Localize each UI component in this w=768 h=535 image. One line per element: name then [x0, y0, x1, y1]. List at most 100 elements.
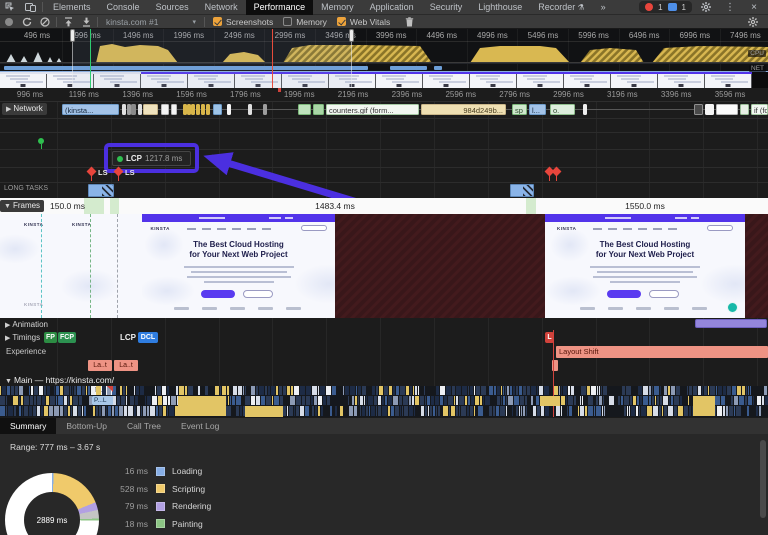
main-track-label[interactable]: ▼Main — https://kinsta.com/	[5, 375, 114, 385]
layout-shift-marker[interactable]	[88, 168, 95, 175]
network-request-bar[interactable]	[248, 104, 252, 115]
layout-shift-chip[interactable]: La..t	[114, 360, 138, 371]
tab-elements[interactable]: Elements	[45, 0, 99, 15]
checkbox-memory[interactable]: Memory	[283, 17, 327, 27]
network-request-bar[interactable]: l...	[529, 104, 546, 115]
network-request-bar[interactable]: if (form...	[751, 104, 768, 115]
network-request-bar[interactable]	[171, 104, 177, 115]
network-request-bar[interactable]	[161, 104, 169, 115]
load-profile-icon[interactable]	[59, 15, 77, 29]
timing-chip-fcp[interactable]: FCP	[58, 332, 76, 343]
experience-track-label[interactable]: Experience	[6, 347, 46, 356]
settings-gear-icon[interactable]	[696, 0, 716, 15]
network-request-bar[interactable]: (kinsta...	[62, 104, 119, 115]
selection-region[interactable]	[72, 29, 352, 88]
film-thumbnail[interactable]	[517, 72, 564, 88]
network-request-bar[interactable]	[227, 104, 231, 115]
network-request-bar[interactable]	[716, 104, 738, 115]
trash-icon[interactable]	[400, 15, 418, 29]
tab-network[interactable]: Network	[197, 0, 246, 15]
network-request-bar[interactable]	[196, 104, 200, 115]
save-profile-icon[interactable]	[77, 15, 95, 29]
layout-shift-marker[interactable]	[553, 168, 560, 175]
network-request-bar[interactable]	[122, 104, 126, 115]
device-toolbar-icon[interactable]	[20, 0, 40, 15]
record-icon[interactable]	[0, 15, 18, 29]
inspect-icon[interactable]	[0, 0, 20, 15]
network-request-bar[interactable]	[138, 104, 142, 115]
timings-track-label[interactable]: ▶Timings	[5, 333, 40, 342]
selection-handle-left[interactable]	[70, 29, 75, 42]
screenshot-frame[interactable]: KINSTA KINSTA KINSTA	[0, 214, 142, 318]
layout-shift-chip[interactable]: La..t	[88, 360, 112, 371]
frames-track-label[interactable]: ▼Frames	[0, 200, 44, 212]
tab-application[interactable]: Application	[362, 0, 422, 15]
timeline-overview[interactable]: 496 ms996 ms1496 ms1996 ms2496 ms2996 ms…	[0, 29, 768, 88]
film-thumbnail[interactable]	[470, 72, 517, 88]
film-thumbnail[interactable]	[564, 72, 611, 88]
drawer-tab-summary[interactable]: Summary	[0, 418, 56, 434]
menu-kebab-icon[interactable]: ⋮	[720, 0, 740, 15]
selection-handle-right[interactable]	[349, 29, 354, 42]
tab-console[interactable]: Console	[99, 0, 148, 15]
clear-icon[interactable]	[36, 15, 54, 29]
timeline-detail[interactable]: 996 ms1196 ms1396 ms1596 ms1796 ms1996 m…	[0, 88, 768, 418]
network-request-bar[interactable]	[705, 104, 714, 115]
reload-record-icon[interactable]	[18, 15, 36, 29]
screenshot-frame[interactable]: KINSTAThe Best Cloud Hostingfor Your Nex…	[142, 214, 335, 318]
timing-chip-dcl[interactable]: DCL	[138, 332, 158, 343]
network-request-bar[interactable]	[313, 104, 324, 115]
profile-select[interactable]: kinsta.com #1 ▾	[100, 17, 202, 27]
network-request-bar[interactable]	[740, 104, 749, 115]
flame-chip-parse[interactable]: P...L	[92, 396, 113, 405]
capture-settings-gear-icon[interactable]	[744, 15, 762, 29]
tab-lighthouse[interactable]: Lighthouse	[470, 0, 530, 15]
network-request-bar[interactable]: sp	[512, 104, 527, 115]
network-request-bar[interactable]	[131, 104, 136, 115]
tab-security[interactable]: Security	[422, 0, 471, 15]
network-request-bar[interactable]	[201, 104, 205, 115]
network-request-bar[interactable]: counters.gif (form...	[326, 104, 419, 115]
main-flame-chart[interactable]: T...k P...L	[0, 386, 768, 417]
checkbox-web-vitals[interactable]: Web Vitals	[337, 17, 390, 27]
more-tabs-icon[interactable]: »	[593, 0, 614, 15]
tab-recorder[interactable]: Recorder ⚗	[530, 0, 592, 15]
layout-shift-marker[interactable]	[115, 168, 122, 175]
screenshots-strip[interactable]: KINSTA KINSTA KINSTA KINSTAThe Best Clou…	[0, 214, 768, 318]
long-task-bar[interactable]	[510, 184, 534, 197]
network-request-bar[interactable]	[191, 104, 195, 115]
film-thumbnail[interactable]	[658, 72, 705, 88]
film-thumbnail[interactable]	[611, 72, 658, 88]
layout-shift-bar[interactable]: Layout Shift	[556, 346, 768, 358]
summary-scrollbar[interactable]	[760, 440, 766, 518]
film-thumbnail[interactable]	[423, 72, 470, 88]
film-thumbnail[interactable]	[0, 72, 47, 88]
network-request-bar[interactable]: o.	[550, 104, 575, 115]
checkbox-screenshots[interactable]: Screenshots	[213, 17, 273, 27]
film-thumbnail[interactable]	[376, 72, 423, 88]
network-request-bar[interactable]	[213, 104, 222, 115]
error-issue-badges[interactable]: 1 1	[639, 1, 692, 13]
drawer-tab-call-tree[interactable]: Call Tree	[117, 418, 171, 434]
network-request-bar[interactable]: 984d249b...	[421, 104, 506, 115]
tab-memory[interactable]: Memory	[313, 0, 362, 15]
network-request-bar[interactable]	[583, 104, 587, 115]
network-track-label[interactable]: ▶Network	[2, 103, 47, 115]
drawer-tab-event-log[interactable]: Event Log	[171, 418, 229, 434]
animation-bar[interactable]	[695, 319, 767, 328]
close-icon[interactable]: ×	[744, 0, 764, 15]
frames-track[interactable]: ▼Frames 150.0 ms1483.4 ms1550.0 ms	[0, 198, 768, 214]
screenshot-frame[interactable]: KINSTAThe Best Cloud Hostingfor Your Nex…	[545, 214, 745, 318]
tab-sources[interactable]: Sources	[148, 0, 197, 15]
timing-chip-fp[interactable]: FP	[44, 332, 57, 343]
film-thumbnail[interactable]	[705, 72, 752, 88]
network-request-bar[interactable]	[694, 104, 703, 115]
timing-label-lcp[interactable]: LCP	[120, 333, 136, 342]
network-request-bar[interactable]	[298, 104, 311, 115]
network-request-bar[interactable]	[263, 104, 267, 115]
network-request-bar[interactable]	[206, 104, 210, 115]
network-request-bar[interactable]	[143, 104, 158, 115]
animation-track-label[interactable]: ▶Animation	[5, 320, 48, 329]
tab-performance[interactable]: Performance	[246, 0, 314, 15]
long-task-bar[interactable]	[88, 184, 114, 197]
